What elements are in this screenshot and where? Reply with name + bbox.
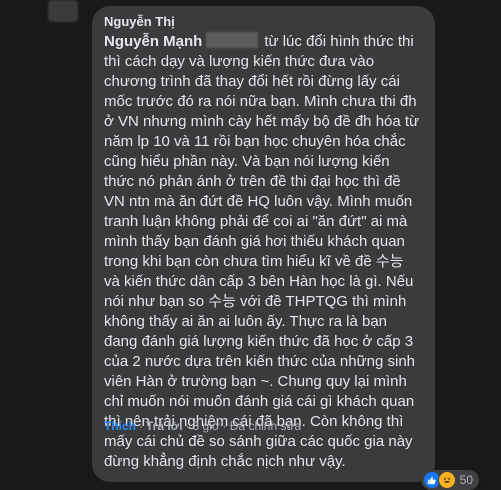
like-button[interactable]: Thích — [104, 419, 136, 433]
haha-icon — [437, 471, 456, 489]
comment: Nguyễn Thị Nguyễn Mạnh từ lúc đổi hình th… — [92, 6, 496, 490]
comment-body: từ lúc đổi hình thức thi thì cách dạy và… — [104, 33, 420, 470]
reply-button[interactable]: Trả lời — [146, 419, 183, 433]
comment-timestamp[interactable]: 3 giờ — [193, 419, 220, 433]
edited-label[interactable]: Đã chỉnh sửa — [230, 419, 301, 433]
redacted-name — [206, 32, 259, 48]
reaction-count: 50 — [459, 473, 473, 487]
comment-author[interactable]: Nguyễn Thị — [104, 14, 423, 30]
blurred-avatar — [48, 0, 78, 22]
comment-text: Nguyễn Mạnh từ lúc đổi hình thức thi thì … — [104, 32, 423, 472]
mention-link[interactable]: Nguyễn Mạnh — [104, 33, 202, 50]
comment-bubble: Nguyễn Thị Nguyễn Mạnh từ lúc đổi hình th… — [92, 6, 479, 490]
reaction-summary[interactable]: 50 — [420, 470, 479, 490]
comment-actions: Thích · Trả lời · 3 giờ · Đã chỉnh sửa — [104, 419, 302, 433]
